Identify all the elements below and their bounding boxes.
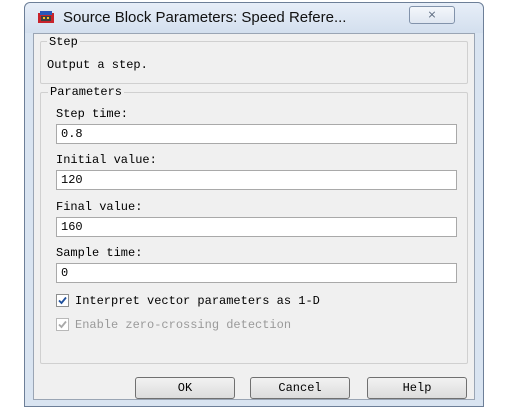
initial-value-label: Initial value: bbox=[56, 153, 157, 167]
final-value-label: Final value: bbox=[56, 200, 143, 214]
interpret-vector-checkbox[interactable] bbox=[56, 294, 69, 308]
parameters-group-legend: Parameters bbox=[48, 85, 125, 99]
simulink-block-icon bbox=[38, 11, 54, 25]
ok-button[interactable]: OK bbox=[135, 377, 235, 399]
window-title: Source Block Parameters: Speed Refere... bbox=[63, 9, 347, 26]
final-value-input[interactable] bbox=[56, 217, 457, 237]
step-group-legend: Step bbox=[47, 35, 80, 49]
interpret-vector-row[interactable]: Interpret vector parameters as 1-D bbox=[56, 294, 320, 310]
dialog-window: Source Block Parameters: Speed Refere...… bbox=[24, 2, 484, 407]
checkmark-icon bbox=[58, 297, 67, 305]
zero-crossing-row: Enable zero-crossing detection bbox=[56, 318, 291, 334]
sample-time-input[interactable] bbox=[56, 263, 457, 283]
zero-crossing-label: Enable zero-crossing detection bbox=[75, 318, 292, 332]
dialog-body: Step Output a step. Parameters Step time… bbox=[33, 33, 475, 400]
step-time-input[interactable] bbox=[56, 124, 457, 144]
block-description: Output a step. bbox=[47, 58, 148, 72]
checkmark-icon bbox=[58, 321, 67, 329]
sample-time-label: Sample time: bbox=[56, 246, 143, 260]
initial-value-input[interactable] bbox=[56, 170, 457, 190]
help-button[interactable]: Help bbox=[367, 377, 467, 399]
cancel-button[interactable]: Cancel bbox=[250, 377, 350, 399]
interpret-vector-label: Interpret vector parameters as 1-D bbox=[75, 294, 320, 308]
step-time-label: Step time: bbox=[56, 107, 129, 121]
title-bar[interactable]: Source Block Parameters: Speed Refere...… bbox=[25, 3, 483, 33]
close-button[interactable]: ⨯ bbox=[409, 6, 455, 24]
zero-crossing-checkbox bbox=[56, 318, 69, 332]
close-icon: ⨯ bbox=[427, 8, 437, 21]
